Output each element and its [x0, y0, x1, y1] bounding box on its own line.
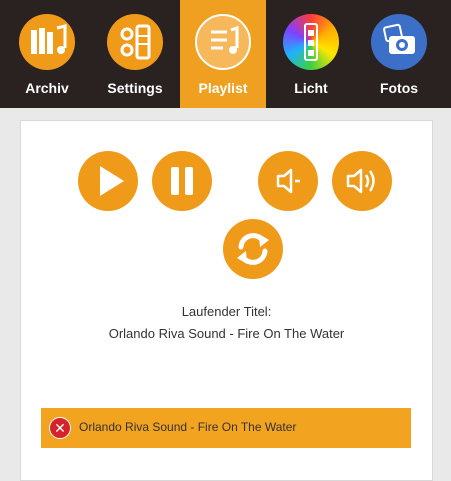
tab-label: Licht: [294, 80, 328, 96]
tab-archiv[interactable]: Archiv: [4, 0, 90, 108]
tab-label: Fotos: [379, 80, 419, 96]
now-playing-title: Orlando Riva Sound - Fire On The Water: [108, 326, 345, 341]
refresh-icon: [237, 233, 269, 265]
tab-fotos[interactable]: Fotos: [356, 0, 442, 108]
close-icon: ✕: [54, 420, 66, 436]
tab-label: Playlist: [198, 80, 248, 96]
volume-down-button[interactable]: [258, 151, 318, 211]
volume-down-icon: [276, 168, 300, 194]
playlist-icon: [195, 14, 251, 70]
now-playing-label: Laufender Titel:: [181, 304, 272, 319]
remove-button[interactable]: ✕: [49, 417, 71, 439]
volume-up-button[interactable]: [332, 151, 392, 211]
archive-music-icon: [19, 14, 75, 70]
tab-licht[interactable]: Licht: [268, 0, 354, 108]
refresh-button[interactable]: [223, 219, 283, 279]
play-icon: [100, 166, 124, 196]
playlist-panel: Laufender Titel: Orlando Riva Sound - Fi…: [20, 120, 433, 481]
tab-playlist[interactable]: Playlist: [180, 0, 266, 108]
tab-label: Settings: [107, 80, 163, 96]
pause-icon: [171, 167, 193, 195]
pause-button[interactable]: [152, 151, 212, 211]
settings-sliders-icon: [107, 14, 163, 70]
play-button[interactable]: [78, 151, 138, 211]
playlist-item[interactable]: ✕ Orlando Riva Sound - Fire On The Water: [41, 408, 411, 448]
photo-camera-icon: [371, 14, 427, 70]
tab-label: Archiv: [25, 80, 69, 96]
light-color-icon: [283, 14, 339, 70]
tab-settings[interactable]: Settings: [92, 0, 178, 108]
top-tab-bar: Archiv Settings Playlist Licht Fotos: [0, 0, 451, 108]
volume-up-icon: [346, 168, 375, 194]
playlist-item-title: Orlando Riva Sound - Fire On The Water: [79, 420, 297, 434]
